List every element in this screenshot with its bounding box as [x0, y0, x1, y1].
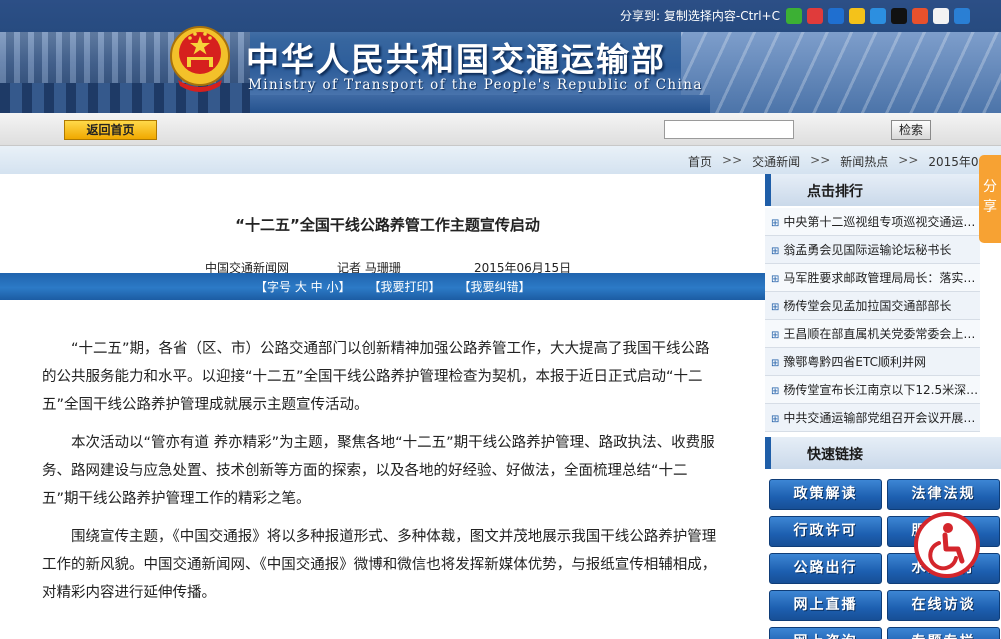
rank-item-label[interactable]: 马军胜要求邮政管理局局长：落实工作 [783, 271, 980, 285]
rank-list: ⊞ 中央第十二巡视组专项巡视交通运输部 ⊞ 翁孟勇会见国际运输论坛秘书长 ⊞ 马军胜要… [765, 208, 1001, 432]
quick-link-policy[interactable]: 政策解读 [769, 479, 882, 510]
breadcrumb-separator: >> [898, 153, 919, 167]
quick-link-road-travel[interactable]: 公路出行 [769, 553, 882, 584]
nav-strip: 返回首页 检索 [0, 113, 1001, 146]
renren-icon[interactable] [828, 8, 844, 24]
rank-item-label[interactable]: 杨传堂宣布长江南京以下12.5米深水航道 [783, 383, 980, 397]
font-size-tool[interactable]: 【字号 大 中 小】 [255, 278, 350, 295]
search-input[interactable] [664, 120, 794, 139]
breadcrumb-news[interactable]: 交通新闻 [752, 153, 800, 170]
wechat-icon[interactable] [786, 8, 802, 24]
breadcrumb-separator: >> [722, 153, 743, 167]
rank-item[interactable]: ⊞ 中共交通运输部党组召开会议开展学习 [765, 404, 980, 432]
tieba-icon[interactable] [912, 8, 928, 24]
douban-icon[interactable] [933, 8, 949, 24]
quick-links-title: 快速链接 [807, 447, 863, 463]
breadcrumb-home[interactable]: 首页 [688, 153, 712, 170]
article-body: “十二五”期，各省（区、市）公路交通部门以创新精神加强公路养管工作，大大提高了我… [42, 335, 722, 617]
pengyou-icon[interactable] [870, 8, 886, 24]
rank-item-label[interactable]: 豫鄂粤黔四省ETC顺利并网 [783, 355, 926, 369]
rank-item[interactable]: ⊞ 中央第十二巡视组专项巡视交通运输部 [765, 208, 980, 236]
bullet-icon: ⊞ [771, 302, 780, 313]
report-error-tool[interactable]: 【我要纠错】 [458, 278, 530, 295]
rank-item[interactable]: ⊞ 王昌顺在部直属机关党委常委会上讲话 [765, 320, 980, 348]
qq-icon[interactable] [891, 8, 907, 24]
article-title: “十二五”全国干线公路养管工作主题宣传启动 [235, 216, 540, 234]
rank-title: 点击排行 [807, 184, 863, 200]
article-paragraph: 本次活动以“管亦有道 养亦精彩”为主题，聚焦各地“十二五”期干线公路养护管理、路… [42, 435, 715, 507]
site-subtitle: Ministry of Transport of the People's Re… [248, 77, 703, 93]
rank-item-label[interactable]: 王昌顺在部直属机关党委常委会上讲话 [783, 327, 980, 341]
bullet-icon: ⊞ [771, 386, 780, 397]
breadcrumb: 首页 >> 交通新闻 >> 新闻热点 >> 2015年06月新闻 [0, 146, 1001, 174]
bullet-icon: ⊞ [771, 414, 780, 425]
share-icons [786, 8, 970, 24]
more-icon[interactable] [954, 8, 970, 24]
breadcrumb-hot[interactable]: 新闻热点 [840, 153, 888, 170]
bullet-icon: ⊞ [771, 274, 780, 285]
breadcrumb-separator: >> [810, 153, 831, 167]
header-banner: 分享到: 复制选择内容-Ctrl+C 中华人民共和国交通运输部 Ministry… [0, 0, 1001, 113]
quick-links-header: 快速链接 [765, 437, 1001, 469]
home-button[interactable]: 返回首页 [64, 120, 157, 140]
bullet-icon: ⊞ [771, 330, 780, 341]
quick-link-interview[interactable]: 在线访谈 [887, 590, 1000, 621]
rank-item-label[interactable]: 中共交通运输部党组召开会议开展学习 [783, 411, 980, 425]
article-paragraph: 围绕宣传主题，《中国交通报》将以多种报道形式、多种体裁，图文并茂地展示我国干线公… [42, 529, 717, 601]
bullet-icon: ⊞ [771, 218, 780, 229]
rank-header: 点击排行 [765, 174, 1001, 206]
quick-link-topics[interactable]: 专题专栏 [887, 627, 1000, 639]
print-tool[interactable]: 【我要打印】 [368, 278, 440, 295]
article-toolbar: 【字号 大 中 小】 【我要打印】 【我要纠错】 [0, 273, 765, 300]
share-label: 分享到: 复制选择内容-Ctrl+C [620, 9, 780, 23]
rank-item-label[interactable]: 翁孟勇会见国际运输论坛秘书长 [783, 243, 951, 257]
rank-item[interactable]: ⊞ 马军胜要求邮政管理局局长：落实工作 [765, 264, 980, 292]
quick-link-laws[interactable]: 法律法规 [887, 479, 1000, 510]
bullet-icon: ⊞ [771, 246, 780, 257]
rank-item[interactable]: ⊞ 翁孟勇会见国际运输论坛秘书长 [765, 236, 980, 264]
rank-item[interactable]: ⊞ 豫鄂粤黔四省ETC顺利并网 [765, 348, 980, 376]
banner-bridge-image [681, 30, 1001, 113]
banner-road-image [250, 95, 710, 113]
wheelchair-icon [928, 523, 965, 571]
share-float-button[interactable]: 分享 [979, 155, 1001, 243]
rank-item-label[interactable]: 杨传堂会见孟加拉国交通部部长 [783, 299, 951, 313]
qzone-icon[interactable] [849, 8, 865, 24]
rank-item[interactable]: ⊞杨传堂宣布长江南京以下12.5米深水航道 [765, 376, 980, 404]
national-emblem-icon [170, 26, 230, 92]
weibo-icon[interactable] [807, 8, 823, 24]
quick-link-live[interactable]: 网上直播 [769, 590, 882, 621]
accessibility-button[interactable] [914, 512, 980, 578]
search-button[interactable]: 检索 [891, 120, 931, 140]
quick-link-consult[interactable]: 网上咨询 [769, 627, 882, 639]
article-paragraph: “十二五”期，各省（区、市）公路交通部门以创新精神加强公路养管工作，大大提高了我… [42, 341, 710, 413]
rank-item[interactable]: ⊞ 杨传堂会见孟加拉国交通部部长 [765, 292, 980, 320]
rank-item-label[interactable]: 中央第十二巡视组专项巡视交通运输部 [783, 215, 980, 229]
quick-link-permit[interactable]: 行政许可 [769, 516, 882, 547]
site-title: 中华人民共和国交通运输部 [246, 40, 666, 79]
bullet-icon: ⊞ [771, 358, 780, 369]
